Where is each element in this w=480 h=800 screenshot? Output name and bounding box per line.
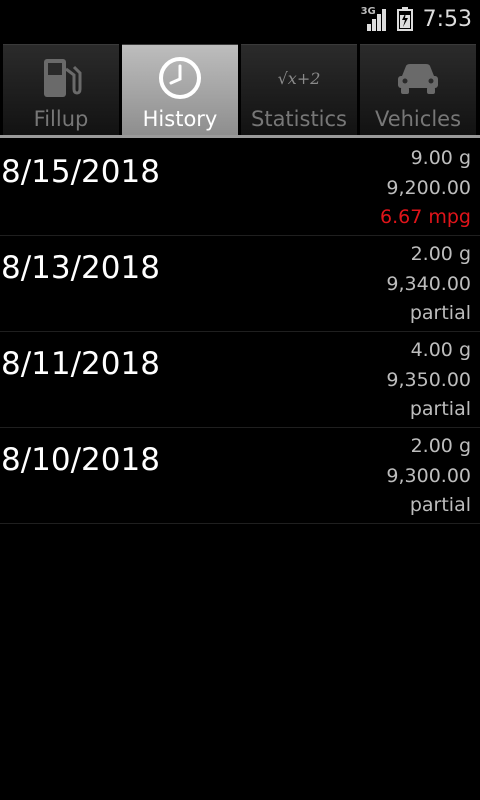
tab-label: Statistics bbox=[251, 107, 347, 131]
network-type-label: 3G bbox=[360, 6, 376, 17]
tab-label: Vehicles bbox=[374, 107, 462, 131]
fuel-pump-icon bbox=[3, 53, 119, 103]
list-item[interactable]: 8/13/2018 2.00 g 9,340.00 partial bbox=[0, 236, 480, 332]
entry-gallons: 2.00 g bbox=[410, 243, 471, 265]
entry-gallons: 4.00 g bbox=[410, 339, 471, 361]
car-icon bbox=[360, 53, 476, 103]
entry-date: 8/11/2018 bbox=[1, 346, 160, 382]
formula-icon: √x+2 bbox=[241, 53, 357, 103]
entry-date: 8/13/2018 bbox=[1, 250, 160, 286]
entry-values: 2.00 g 9,340.00 partial bbox=[386, 240, 471, 329]
entry-economy: partial bbox=[409, 302, 471, 324]
tab-statistics[interactable]: √x+2 Statistics bbox=[241, 44, 357, 135]
entry-odometer: 9,340.00 bbox=[386, 272, 471, 295]
entry-gallons: 9.00 g bbox=[410, 147, 471, 169]
history-list: 8/15/2018 9.00 g 9,200.00 6.67 mpg 8/13/… bbox=[0, 140, 480, 524]
signal-icon: 3G bbox=[360, 6, 389, 32]
tab-bar: Fillup History √x+2 Statistics Vehicles bbox=[0, 44, 480, 138]
tab-fillup[interactable]: Fillup bbox=[3, 44, 119, 135]
tab-underline bbox=[0, 135, 480, 138]
entry-date: 8/10/2018 bbox=[1, 442, 160, 478]
battery-icon bbox=[396, 7, 413, 31]
clock-icon bbox=[122, 53, 238, 103]
tab-vehicles[interactable]: Vehicles bbox=[360, 44, 476, 135]
entry-economy: partial bbox=[409, 494, 471, 516]
tab-label: Fillup bbox=[33, 107, 89, 131]
status-clock: 7:53 bbox=[422, 6, 472, 32]
entry-date: 8/15/2018 bbox=[1, 154, 160, 190]
tab-history[interactable]: History bbox=[122, 44, 238, 135]
list-item[interactable]: 8/11/2018 4.00 g 9,350.00 partial bbox=[0, 332, 480, 428]
entry-values: 9.00 g 9,200.00 6.67 mpg bbox=[380, 144, 471, 233]
entry-economy: 6.67 mpg bbox=[380, 206, 471, 228]
status-icons: 3G 7:53 bbox=[360, 4, 472, 34]
list-item[interactable]: 8/15/2018 9.00 g 9,200.00 6.67 mpg bbox=[0, 140, 480, 236]
tab-label: History bbox=[142, 107, 218, 131]
entry-economy: partial bbox=[409, 398, 471, 420]
entry-odometer: 9,350.00 bbox=[386, 368, 471, 391]
entry-values: 4.00 g 9,350.00 partial bbox=[386, 336, 471, 425]
entry-gallons: 2.00 g bbox=[410, 435, 471, 457]
list-item[interactable]: 8/10/2018 2.00 g 9,300.00 partial bbox=[0, 428, 480, 524]
status-bar: 3G 7:53 bbox=[0, 0, 480, 38]
entry-odometer: 9,300.00 bbox=[386, 464, 471, 487]
formula-icon-text: √x+2 bbox=[277, 68, 321, 88]
entry-values: 2.00 g 9,300.00 partial bbox=[386, 432, 471, 521]
entry-odometer: 9,200.00 bbox=[386, 176, 471, 199]
